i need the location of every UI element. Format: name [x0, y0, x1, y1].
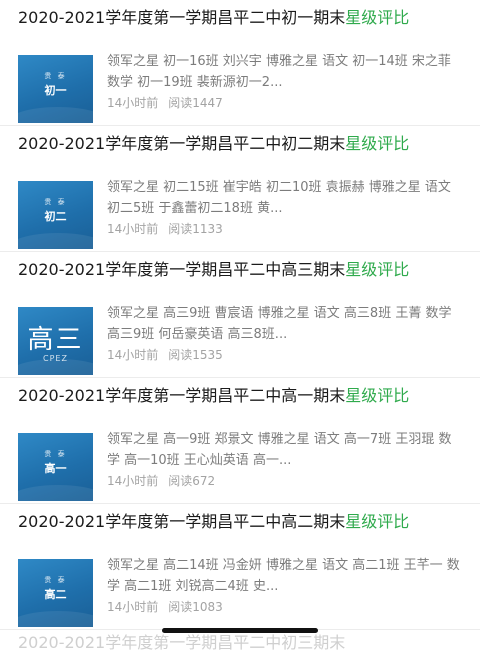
article-read-count: 阅读672	[168, 474, 216, 488]
article-thumbnail[interactable]: 高三 CPEZ	[18, 307, 93, 375]
thumbnail-wave-decoration	[18, 611, 93, 627]
thumbnail-wave-decoration	[18, 233, 93, 249]
article-title-text: 2020-2021学年度第一学期昌平二中高三期末	[18, 260, 346, 279]
article-read-count: 阅读1133	[168, 222, 223, 236]
article-meta: 14小时前 阅读1133	[107, 220, 233, 238]
article-title-highlight: 星级评比	[345, 512, 410, 531]
article-thumbnail[interactable]: 贵 泰 高一	[18, 433, 93, 501]
article-meta: 14小时前 阅读1535	[107, 346, 233, 364]
article-summary: 领军之星 高一9班 郑景文 博雅之星 语文 高一7班 王羽琨 数学 高一10班 …	[107, 432, 452, 468]
article-title[interactable]: 2020-2021学年度第一学期昌平二中高二期末星级评比	[18, 511, 466, 533]
article-card[interactable]: 2020-2021学年度第一学期昌平二中高一期末星级评比 贵 泰 高一 领军之星…	[0, 378, 480, 504]
article-meta: 14小时前 阅读672	[107, 472, 225, 490]
article-time: 14小时前	[107, 222, 159, 236]
article-time: 14小时前	[107, 600, 159, 614]
thumbnail-deco-text: 贵 泰	[44, 72, 67, 80]
article-card[interactable]: 2020-2021学年度第一学期昌平二中初二期末星级评比 贵 泰 初二 领军之星…	[0, 126, 480, 252]
article-title-highlight: 星级评比	[345, 134, 410, 153]
next-article-title-partial[interactable]: 2020-2021学年度第一学期昌平二中初三期末	[18, 632, 466, 654]
article-read-count: 阅读1535	[168, 348, 223, 362]
thumbnail-deco-text: 贵 泰	[44, 198, 67, 206]
article-title-text: 2020-2021学年度第一学期昌平二中高二期末	[18, 512, 346, 531]
thumbnail-text: 高二	[44, 588, 67, 601]
thumbnail-text: 初一	[44, 84, 67, 97]
article-title-text: 2020-2021学年度第一学期昌平二中高一期末	[18, 386, 346, 405]
thumbnail-text: 初二	[44, 210, 67, 223]
article-card[interactable]: 2020-2021学年度第一学期昌平二中高三期末星级评比 高三 CPEZ 领军之…	[0, 252, 480, 378]
article-meta: 14小时前 阅读1083	[107, 598, 233, 616]
article-title[interactable]: 2020-2021学年度第一学期昌平二中高三期末星级评比	[18, 259, 466, 281]
home-indicator[interactable]	[162, 628, 318, 633]
thumbnail-wave-decoration	[18, 485, 93, 501]
thumbnail-text: 高一	[44, 462, 67, 475]
article-title-text: 2020-2021学年度第一学期昌平二中初二期末	[18, 134, 346, 153]
article-thumbnail[interactable]: 贵 泰 初二	[18, 181, 93, 249]
article-title[interactable]: 2020-2021学年度第一学期昌平二中高一期末星级评比	[18, 385, 466, 407]
article-summary: 领军之星 初二15班 崔宇皓 初二10班 袁振赫 博雅之星 语文 初二5班 于鑫…	[107, 180, 451, 216]
thumbnail-subtext: CPEZ	[43, 354, 68, 363]
article-time: 14小时前	[107, 474, 159, 488]
article-read-count: 阅读1083	[168, 600, 223, 614]
article-read-count: 阅读1447	[168, 96, 223, 110]
article-time: 14小时前	[107, 96, 159, 110]
article-feed: 2020-2021学年度第一学期昌平二中初一期末星级评比 贵 泰 初一 领军之星…	[0, 0, 480, 630]
thumbnail-wave-decoration	[18, 107, 93, 123]
article-summary: 领军之星 高三9班 曹宸语 博雅之星 语文 高三8班 王菁 数学 高三9班 何岳…	[107, 306, 452, 342]
article-summary: 领军之星 初一16班 刘兴宇 博雅之星 语文 初一14班 宋之菲 数学 初一19…	[107, 54, 451, 90]
article-title-highlight: 星级评比	[345, 386, 410, 405]
article-title-text: 2020-2021学年度第一学期昌平二中初一期末	[18, 8, 346, 27]
article-thumbnail[interactable]: 贵 泰 高二	[18, 559, 93, 627]
article-title[interactable]: 2020-2021学年度第一学期昌平二中初一期末星级评比	[18, 7, 466, 29]
article-thumbnail[interactable]: 贵 泰 初一	[18, 55, 93, 123]
article-summary: 领军之星 高二14班 冯金妍 博雅之星 语文 高二1班 王芊一 数学 高二1班 …	[107, 558, 460, 594]
article-meta: 14小时前 阅读1447	[107, 94, 233, 112]
thumbnail-deco-text: 贵 泰	[44, 576, 67, 584]
thumbnail-deco-text: 贵 泰	[44, 450, 67, 458]
article-title-highlight: 星级评比	[345, 260, 410, 279]
article-title-highlight: 星级评比	[345, 8, 410, 27]
article-card[interactable]: 2020-2021学年度第一学期昌平二中初一期末星级评比 贵 泰 初一 领军之星…	[0, 0, 480, 126]
thumbnail-text: 高三	[27, 325, 84, 355]
article-time: 14小时前	[107, 348, 159, 362]
article-title[interactable]: 2020-2021学年度第一学期昌平二中初二期末星级评比	[18, 133, 466, 155]
article-card[interactable]: 2020-2021学年度第一学期昌平二中高二期末星级评比 贵 泰 高二 领军之星…	[0, 504, 480, 630]
